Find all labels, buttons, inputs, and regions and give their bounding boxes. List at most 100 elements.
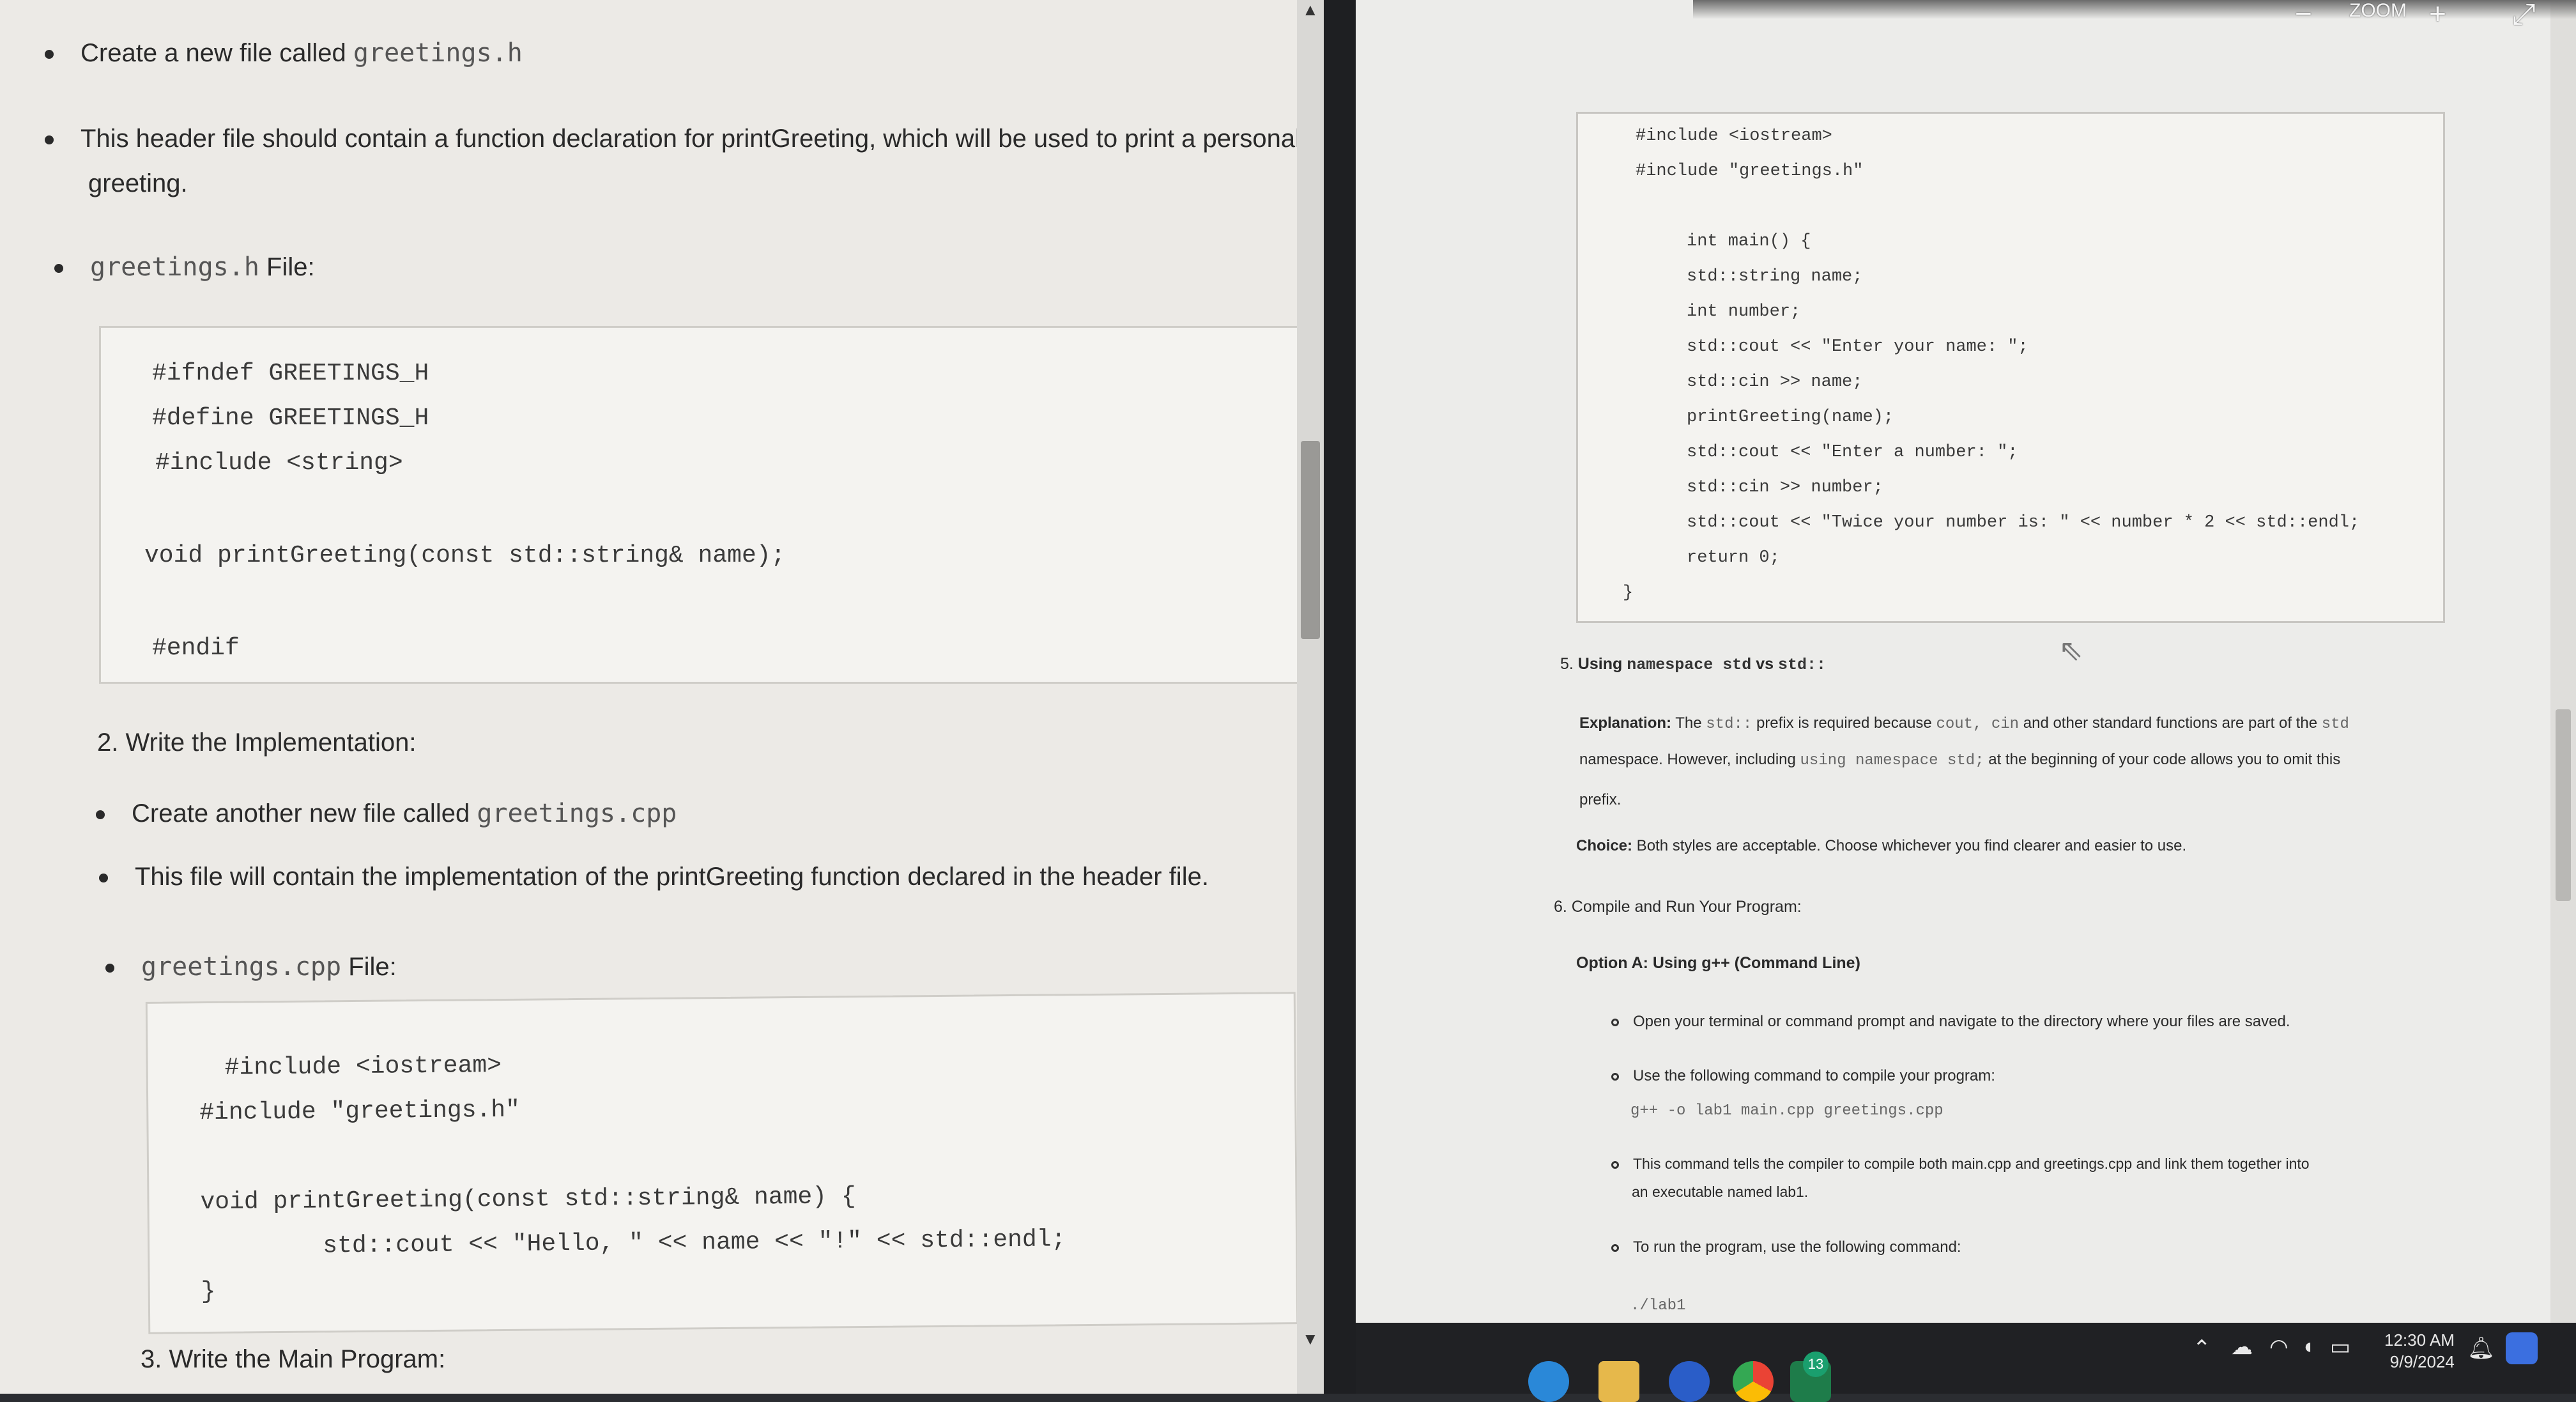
- copilot-icon[interactable]: [2506, 1332, 2538, 1364]
- clock-date: 9/9/2024: [2389, 1352, 2455, 1371]
- battery-icon[interactable]: ▭: [2330, 1334, 2350, 1360]
- inline-code: greetings.cpp: [477, 799, 677, 828]
- label: Explanation:: [1579, 714, 1672, 732]
- code-line: void printGreeting(const std::string& na…: [200, 1183, 856, 1217]
- inline-code: std::: [1777, 656, 1826, 674]
- bullet-circle: [1611, 1160, 1619, 1169]
- screen: Create a new file called greetings.h Thi…: [0, 0, 2576, 1402]
- left-scrollbar[interactable]: ▲ ▼: [1297, 0, 1324, 1394]
- cloud-icon[interactable]: ☁: [2231, 1334, 2253, 1360]
- scrollbar-thumb[interactable]: [2556, 709, 2571, 901]
- bullet-create-header: Create a new file called greetings.h: [45, 38, 523, 68]
- right-scrollbar[interactable]: [2550, 0, 2576, 1361]
- inline-code: greetings.h: [353, 38, 523, 68]
- text: This command tells the compiler to compi…: [1633, 1155, 2310, 1172]
- code-line: #include "greetings.h": [1636, 162, 1864, 181]
- inline-code: greetings.cpp: [141, 952, 342, 982]
- notification-bell-icon[interactable]: 🔔︎: [2467, 1336, 2495, 1361]
- expand-icon[interactable]: ⤢: [2512, 0, 2536, 32]
- text: The: [1671, 714, 1706, 732]
- run-command: ./lab1: [1630, 1297, 1686, 1314]
- scrollbar-thumb[interactable]: [1301, 441, 1320, 639]
- label: Choice:: [1576, 837, 1633, 854]
- inline-code: using namespace std;: [1800, 752, 1984, 769]
- window-gap: [1324, 0, 1356, 1394]
- code-line: #include <iostream>: [224, 1052, 502, 1082]
- text: Both styles are acceptable. Choose which…: [1632, 837, 2187, 854]
- speaker-icon[interactable]: ◖: [2301, 1334, 2315, 1359]
- option-a-heading: Option A: Using g++ (Command Line): [1576, 954, 1860, 972]
- bullet-text: Create a new file called: [80, 39, 353, 67]
- step2-heading: 2. Write the Implementation:: [97, 728, 417, 757]
- main-code-block: #include <iostream> #include "greetings.…: [1576, 112, 2445, 623]
- code-line: std::cout << "Twice your number is: " <<…: [1687, 513, 2360, 532]
- text: Use the following command to compile you…: [1633, 1067, 1995, 1084]
- bullet-impl-desc: This file will contain the implementatio…: [99, 863, 1209, 891]
- scroll-up-arrow-icon[interactable]: ▲: [1302, 0, 1319, 20]
- text: To run the program, use the following co…: [1633, 1238, 1961, 1256]
- system-clock[interactable]: 12:30 AM 9/9/2024: [2384, 1329, 2455, 1373]
- code-line: #include "greetings.h": [199, 1096, 521, 1127]
- explanation-line-3: prefix.: [1579, 791, 1621, 808]
- bullet-header-file: greetings.h File:: [54, 252, 315, 282]
- code-line: #include <string>: [155, 449, 403, 477]
- bullet-text: This header file should contain a functi…: [80, 125, 1297, 153]
- bullet-dot: [96, 810, 105, 820]
- sub-bullet-2: Use the following command to compile you…: [1611, 1067, 1995, 1085]
- right-document-pane: #include <iostream> #include "greetings.…: [1356, 0, 2576, 1361]
- wifi-icon[interactable]: ◠: [2269, 1334, 2288, 1360]
- notification-badge: 13: [1803, 1352, 1828, 1377]
- explanation-line-2: namespace. However, including using name…: [1579, 751, 2340, 769]
- impl-code-block: #include <iostream> #include "greetings.…: [145, 992, 1297, 1334]
- bullet-impl-file: greetings.cpp File:: [105, 952, 397, 982]
- bullet-text: Create another new file called: [132, 799, 477, 828]
- code-line: #endif: [152, 635, 240, 662]
- left-document-pane: Create a new file called greetings.h Thi…: [0, 0, 1297, 1394]
- bullet-dot: [105, 964, 114, 973]
- code-line: #include <iostream>: [1636, 127, 1832, 146]
- code-line: std::string name;: [1687, 267, 1863, 286]
- sub-bullet-3-cont: an executable named lab1.: [1632, 1183, 1809, 1200]
- bullet-header-desc: This header file should contain a functi…: [45, 125, 1297, 153]
- chrome-icon[interactable]: [1733, 1361, 1774, 1402]
- file-explorer-icon[interactable]: [1598, 1361, 1639, 1402]
- code-line: }: [201, 1277, 216, 1306]
- compile-command: g++ -o lab1 main.cpp greetings.cpp: [1630, 1102, 1943, 1120]
- bullet-create-impl: Create another new file called greetings…: [96, 799, 677, 828]
- bullet-circle: [1611, 1018, 1619, 1026]
- inline-code: greetings.h: [90, 252, 259, 282]
- step6-heading: 6. Compile and Run Your Program:: [1554, 898, 1802, 916]
- step5-heading: 5. Using namespace std vs std::: [1560, 655, 1826, 674]
- header-code-block: #ifndef GREETINGS_H #define GREETINGS_H …: [99, 326, 1297, 684]
- inline-code: std::: [1706, 716, 1752, 733]
- mouse-pointer-icon: ⇖: [2058, 633, 2083, 666]
- bullet-circle: [1611, 1072, 1619, 1081]
- scroll-down-arrow-icon[interactable]: ▼: [1302, 1329, 1319, 1349]
- bullet-dot: [99, 874, 108, 883]
- inline-code: std: [2321, 716, 2349, 733]
- heading-text: vs: [1751, 655, 1778, 673]
- heading-text: Using: [1577, 655, 1627, 673]
- bullet-dot: [54, 264, 63, 273]
- sub-bullet-4: To run the program, use the following co…: [1611, 1238, 1961, 1256]
- code-line: return 0;: [1687, 548, 1780, 567]
- choice-line: Choice: Both styles are acceptable. Choo…: [1576, 837, 2186, 855]
- text: namespace. However, including: [1579, 751, 1800, 768]
- code-line: int number;: [1687, 302, 1801, 321]
- zoom-out-button[interactable]: −: [2295, 0, 2312, 31]
- code-line: int main() {: [1687, 232, 1811, 251]
- bullet-text: File:: [341, 953, 397, 981]
- code-line: }: [1623, 583, 1634, 603]
- bullet-dot: [45, 135, 54, 145]
- app-icon[interactable]: [1669, 1361, 1710, 1402]
- edge-browser-icon[interactable]: [1528, 1361, 1569, 1402]
- step3-heading: 3. Write the Main Program:: [141, 1345, 446, 1373]
- bullet-circle: [1611, 1244, 1619, 1252]
- zoom-in-button[interactable]: +: [2429, 0, 2446, 31]
- chevron-up-icon[interactable]: ⌃: [2193, 1336, 2211, 1361]
- text: at the beginning of your code allows you…: [1984, 751, 2341, 768]
- bullet-header-desc-cont: greeting.: [88, 169, 188, 197]
- code-line: std::cout << "Enter your name: ";: [1687, 337, 2028, 357]
- bullet-dot: [45, 50, 54, 59]
- inline-code: namespace std: [1627, 656, 1752, 674]
